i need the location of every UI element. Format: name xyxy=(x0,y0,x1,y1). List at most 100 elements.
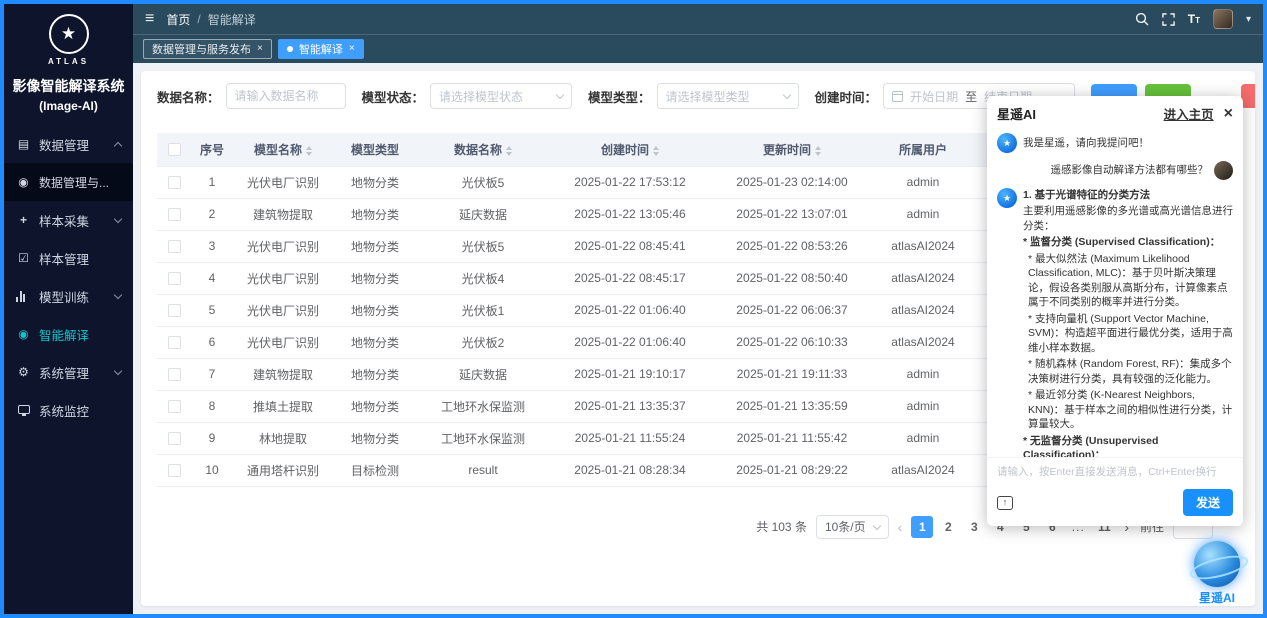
cell-type: 地物分类 xyxy=(333,262,417,294)
sort-down-icon[interactable] xyxy=(306,152,312,156)
cell-user: admin xyxy=(873,166,973,198)
cell-seq: 5 xyxy=(191,294,233,326)
chat-title: 星遥AI xyxy=(997,104,1036,123)
sidebar-item-system-management[interactable]: ⚙ 系统管理 xyxy=(4,353,133,391)
cell-data: 延庆数据 xyxy=(417,198,549,230)
caret-down-icon[interactable]: ▾ xyxy=(1246,14,1251,25)
sidebar-item-model-training[interactable]: 模型训练 xyxy=(4,277,133,315)
cell-data: 光伏板2 xyxy=(417,326,549,358)
cell-model: 通用塔杆识别 xyxy=(233,454,333,486)
sidebar: ★ ATLAS 影像智能解译系统 (Image-AI) ▤ 数据管理 ◉ 数据管… xyxy=(4,4,133,614)
collapse-sidebar-icon[interactable]: ≡ xyxy=(145,11,154,27)
page-size-select[interactable]: 10条/页 xyxy=(816,515,889,539)
sidebar-item-label: 系统管理 xyxy=(39,363,89,382)
sort-down-icon[interactable] xyxy=(815,152,821,156)
col-header-created[interactable]: 创建时间 xyxy=(549,133,711,166)
sidebar-item-intelligent-interpretation[interactable]: ◉ 智能解译 xyxy=(4,315,133,353)
bot-message: ★ 1. 基于光谱特征的分类方法主要利用遥感影像的多光谱或高光谱信息进行分类：*… xyxy=(997,188,1233,457)
logo-text: ATLAS xyxy=(48,57,89,66)
col-header-model[interactable]: 模型名称 xyxy=(233,133,333,166)
sort-icon[interactable] xyxy=(306,146,312,156)
cell-created: 2025-01-22 17:53:12 xyxy=(549,166,711,198)
row-checkbox[interactable] xyxy=(168,464,181,477)
sort-up-icon[interactable] xyxy=(653,146,659,150)
cell-updated: 2025-01-22 06:10:33 xyxy=(711,326,873,358)
cell-created: 2025-01-22 13:05:46 xyxy=(549,198,711,230)
data-name-input[interactable] xyxy=(226,83,346,109)
cell-created: 2025-01-21 19:10:17 xyxy=(549,358,711,390)
row-select-cell xyxy=(157,198,191,230)
cell-user: atlasAI2024 xyxy=(873,326,973,358)
logo: ★ ATLAS xyxy=(4,4,133,68)
breadcrumb-home[interactable]: 首页 xyxy=(166,11,190,28)
gear-icon: ⚙ xyxy=(16,365,31,379)
fullscreen-icon[interactable] xyxy=(1162,13,1175,26)
col-header-data[interactable]: 数据名称 xyxy=(417,133,549,166)
fab-label: 星遥AI xyxy=(1199,589,1235,606)
select-all-checkbox[interactable] xyxy=(168,143,181,156)
cell-data: 工地环水保监测 xyxy=(417,390,549,422)
row-checkbox[interactable] xyxy=(168,304,181,317)
row-checkbox[interactable] xyxy=(168,176,181,189)
upload-icon[interactable]: ↑ xyxy=(997,496,1013,510)
model-type-select[interactable]: 请选择模型类型 xyxy=(657,83,799,109)
row-checkbox[interactable] xyxy=(168,272,181,285)
row-checkbox[interactable] xyxy=(168,336,181,349)
chevron-down-icon xyxy=(556,91,564,99)
row-checkbox[interactable] xyxy=(168,368,181,381)
row-select-cell xyxy=(157,230,191,262)
tab-intelligent-interpretation[interactable]: 智能解译 × xyxy=(278,39,364,59)
cell-user: atlasAI2024 xyxy=(873,262,973,294)
row-checkbox[interactable] xyxy=(168,240,181,253)
cell-model: 光伏电厂识别 xyxy=(233,326,333,358)
cell-updated: 2025-01-21 13:35:59 xyxy=(711,390,873,422)
col-header-updated[interactable]: 更新时间 xyxy=(711,133,873,166)
sort-up-icon[interactable] xyxy=(506,146,512,150)
row-checkbox[interactable] xyxy=(168,400,181,413)
font-size-icon[interactable]: TT xyxy=(1188,13,1200,25)
page-button-1[interactable]: 1 xyxy=(911,516,933,538)
sort-down-icon[interactable] xyxy=(506,152,512,156)
chat-input[interactable]: 请输入，按Enter直接发送消息，Ctrl+Enter换行 xyxy=(987,457,1243,485)
send-button[interactable]: 发送 xyxy=(1183,489,1233,516)
action-button-3[interactable] xyxy=(1241,84,1255,108)
cell-updated: 2025-01-22 08:50:40 xyxy=(711,262,873,294)
cell-seq: 4 xyxy=(191,262,233,294)
sort-up-icon[interactable] xyxy=(306,146,312,150)
cell-type: 地物分类 xyxy=(333,294,417,326)
sidebar-item-data-management[interactable]: ▤ 数据管理 xyxy=(4,125,133,163)
tab-data-management-publish[interactable]: 数据管理与服务发布 × xyxy=(143,39,272,59)
date-range-to-label: 至 xyxy=(965,88,977,105)
chat-home-link[interactable]: 进入主页 xyxy=(1164,104,1214,123)
system-title: 影像智能解译系统 xyxy=(4,76,133,96)
sort-icon[interactable] xyxy=(506,146,512,156)
cell-created: 2025-01-22 01:06:40 xyxy=(549,294,711,326)
answer-line: * 最近邻分类 (K-Nearest Neighbors, KNN)：基于样本之… xyxy=(1023,388,1233,431)
cell-updated: 2025-01-21 11:55:42 xyxy=(711,422,873,454)
sort-up-icon[interactable] xyxy=(815,146,821,150)
user-avatar[interactable] xyxy=(1213,9,1233,29)
sort-icon[interactable] xyxy=(815,146,821,156)
row-select-cell xyxy=(157,454,191,486)
cell-seq: 8 xyxy=(191,390,233,422)
model-status-select[interactable]: 请选择模型状态 xyxy=(430,83,572,109)
page-button-2[interactable]: 2 xyxy=(937,516,959,538)
sidebar-item-sample-management[interactable]: ☑ 样本管理 xyxy=(4,239,133,277)
close-icon[interactable]: × xyxy=(1224,106,1233,122)
page-button-3[interactable]: 3 xyxy=(963,516,985,538)
cell-type: 地物分类 xyxy=(333,390,417,422)
cell-model: 建筑物提取 xyxy=(233,358,333,390)
close-tab-icon[interactable]: × xyxy=(257,44,263,54)
sort-icon[interactable] xyxy=(653,146,659,156)
sort-down-icon[interactable] xyxy=(653,152,659,156)
row-checkbox[interactable] xyxy=(168,208,181,221)
sidebar-item-data-management-publish[interactable]: ◉ 数据管理与... xyxy=(4,163,133,201)
sidebar-item-system-monitor[interactable]: 系统监控 xyxy=(4,391,133,429)
ai-assistant-fab[interactable]: 星遥AI xyxy=(1185,541,1249,606)
search-icon[interactable] xyxy=(1135,12,1149,26)
prev-page-button[interactable]: ‹ xyxy=(898,520,903,534)
sidebar-item-sample-collection[interactable]: + 样本采集 xyxy=(4,201,133,239)
row-select-cell xyxy=(157,326,191,358)
close-tab-icon[interactable]: × xyxy=(349,44,355,54)
row-checkbox[interactable] xyxy=(168,432,181,445)
